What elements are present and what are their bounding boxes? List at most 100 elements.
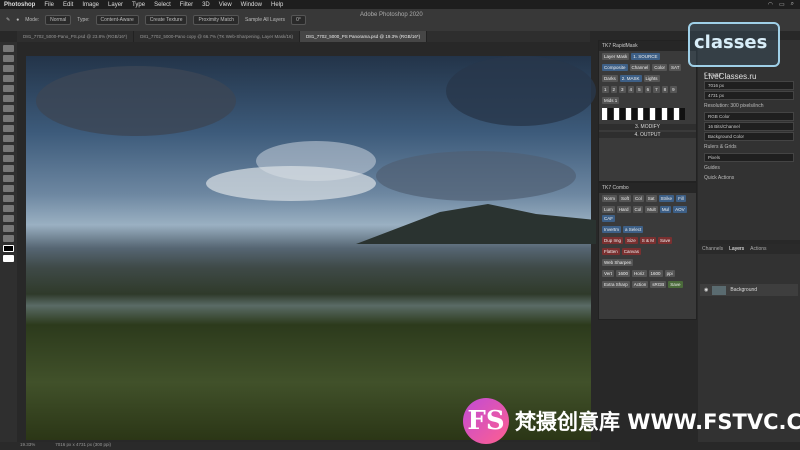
pen-tool-icon[interactable] <box>3 185 14 192</box>
zone-key[interactable] <box>632 108 637 120</box>
menu-image[interactable]: Image <box>82 2 99 8</box>
mask-level-button[interactable]: 7 <box>653 86 660 93</box>
save-button[interactable]: Save <box>668 281 683 288</box>
zone-key[interactable] <box>602 108 607 120</box>
menu-edit[interactable]: Edit <box>63 2 73 8</box>
blur-tool-icon[interactable] <box>3 165 14 172</box>
menu-filter[interactable]: Filter <box>180 2 193 8</box>
lasso-tool-icon[interactable] <box>3 65 14 72</box>
healing-tool-icon[interactable] <box>3 105 14 112</box>
healing-brush-icon[interactable]: ✎ <box>6 17 10 23</box>
blend-sat-button[interactable]: Sat <box>645 195 657 202</box>
invert-mask-button[interactable]: Invertm <box>602 226 622 233</box>
width-field[interactable]: 7016 px <box>704 81 794 90</box>
eraser-tool-icon[interactable] <box>3 145 14 152</box>
quick-actions-section[interactable]: Quick Actions <box>698 173 800 183</box>
mask-level-button[interactable]: 9 <box>670 86 677 93</box>
zoom-level[interactable]: 19.33% <box>20 442 35 450</box>
zone-key[interactable] <box>656 108 661 120</box>
lights-button[interactable]: Lights <box>643 75 660 82</box>
angle-field[interactable]: 0° <box>291 15 306 25</box>
type-tool-icon[interactable] <box>3 195 14 202</box>
stamp-tool-icon[interactable] <box>3 125 14 132</box>
mul-button[interactable]: Mul <box>659 206 672 213</box>
menu-window[interactable]: Window <box>241 2 262 8</box>
mask-level-button[interactable]: 3 <box>619 86 626 93</box>
marquee-tool-icon[interactable] <box>3 55 14 62</box>
move-tool-icon[interactable] <box>3 45 14 52</box>
s-and-m-button[interactable]: S & M <box>639 237 657 244</box>
darks-button[interactable]: Darks <box>602 75 618 82</box>
layer-mask-button[interactable]: Layer Mask <box>602 53 630 60</box>
zone-key[interactable] <box>626 108 631 120</box>
bits-select[interactable]: 16 Bits/Channel <box>704 122 794 131</box>
zone-key[interactable] <box>680 108 685 120</box>
mask-level-button[interactable]: 5 <box>636 86 643 93</box>
wifi-icon[interactable]: ◠ <box>768 1 773 8</box>
save-button-top[interactable]: Save <box>658 237 673 244</box>
zone-key[interactable] <box>674 108 679 120</box>
aov-button[interactable]: AOV <box>673 206 687 213</box>
gradient-tool-icon[interactable] <box>3 155 14 162</box>
color-tab[interactable]: Color <box>652 64 668 71</box>
blend-lum-button[interactable]: Lum <box>602 206 615 213</box>
battery-icon[interactable]: ▭ <box>779 1 785 8</box>
crop-tool-icon[interactable] <box>3 85 14 92</box>
mask-level-button[interactable]: 1 <box>602 86 609 93</box>
vert-field[interactable]: 1600 <box>616 270 631 277</box>
dup-img-button[interactable]: Dup Img <box>602 237 624 244</box>
mask-level-button[interactable]: 6 <box>644 86 652 93</box>
tab-layers[interactable]: Layers <box>729 246 744 252</box>
blend-normal-button[interactable]: Norm <box>602 195 617 202</box>
rulers-grids-section[interactable]: Rulers & Grids <box>698 142 800 152</box>
foreground-color-swatch[interactable] <box>3 245 14 252</box>
menu-select[interactable]: Select <box>154 2 171 8</box>
mask-level-button[interactable]: 8 <box>661 86 669 93</box>
zone-key[interactable] <box>662 108 667 120</box>
shape-tool-icon[interactable] <box>3 215 14 222</box>
eyedropper-tool-icon[interactable] <box>3 95 14 102</box>
strike-button[interactable]: Strike <box>658 195 675 202</box>
flatten-button[interactable]: Flatten <box>602 248 620 255</box>
mode-select[interactable]: RGB Color <box>704 112 794 121</box>
horiz-field[interactable]: 1600 <box>648 270 663 277</box>
tab-panorama[interactable]: D81_7702_5000_PS Panorama.psd @ 19.3% (R… <box>299 31 428 42</box>
mids-button[interactable]: Mids 1 <box>602 97 620 104</box>
content-aware-button[interactable]: Content-Aware <box>95 15 139 25</box>
search-icon[interactable]: ⌕ <box>791 1 794 8</box>
menu-3d[interactable]: 3D <box>202 2 210 8</box>
menu-layer[interactable]: Layer <box>108 2 123 8</box>
history-brush-icon[interactable] <box>3 135 14 142</box>
mask-level-button[interactable]: 4 <box>627 86 635 93</box>
tab-pano-copy[interactable]: D81_7702_5000-Pano copy @ 66.7% (TK Web-… <box>134 31 300 42</box>
tab-channels[interactable]: Channels <box>702 246 723 252</box>
path-select-icon[interactable] <box>3 205 14 212</box>
mask-level-button[interactable]: 2 <box>610 86 618 93</box>
menu-type[interactable]: Type <box>132 2 145 8</box>
zone-key[interactable] <box>608 108 613 120</box>
zone-key[interactable] <box>644 108 649 120</box>
dodge-tool-icon[interactable] <box>3 175 14 182</box>
mode-select[interactable]: Normal <box>45 15 72 25</box>
menu-help[interactable]: Help <box>271 2 283 8</box>
channel-tab[interactable]: Channel <box>629 64 651 71</box>
units-select[interactable]: Pixels <box>704 153 794 162</box>
tab-actions[interactable]: Actions <box>750 246 766 252</box>
composite-tab[interactable]: Composite <box>602 64 628 71</box>
extra-sharp-checkbox[interactable]: Extra Sharp <box>602 281 630 288</box>
brush-size-icon[interactable]: ● <box>16 17 19 23</box>
blend-hard-button[interactable]: Hard <box>616 206 631 213</box>
blend-col-button[interactable]: Col <box>632 206 644 213</box>
zone-key[interactable] <box>650 108 655 120</box>
menu-file[interactable]: File <box>44 2 54 8</box>
zone-key[interactable] <box>620 108 625 120</box>
srgb-checkbox[interactable]: sRGB <box>650 281 667 288</box>
fill-select[interactable]: Background Color <box>704 132 794 141</box>
zoom-tool-icon[interactable] <box>3 235 14 242</box>
blend-soft-button[interactable]: Soft <box>619 195 632 202</box>
sat-tab[interactable]: SAT <box>669 64 682 71</box>
action-checkbox[interactable]: Action <box>631 281 649 288</box>
menu-view[interactable]: View <box>219 2 232 8</box>
brush-tool-icon[interactable] <box>3 115 14 122</box>
caf-button[interactable]: CAF <box>602 215 615 222</box>
